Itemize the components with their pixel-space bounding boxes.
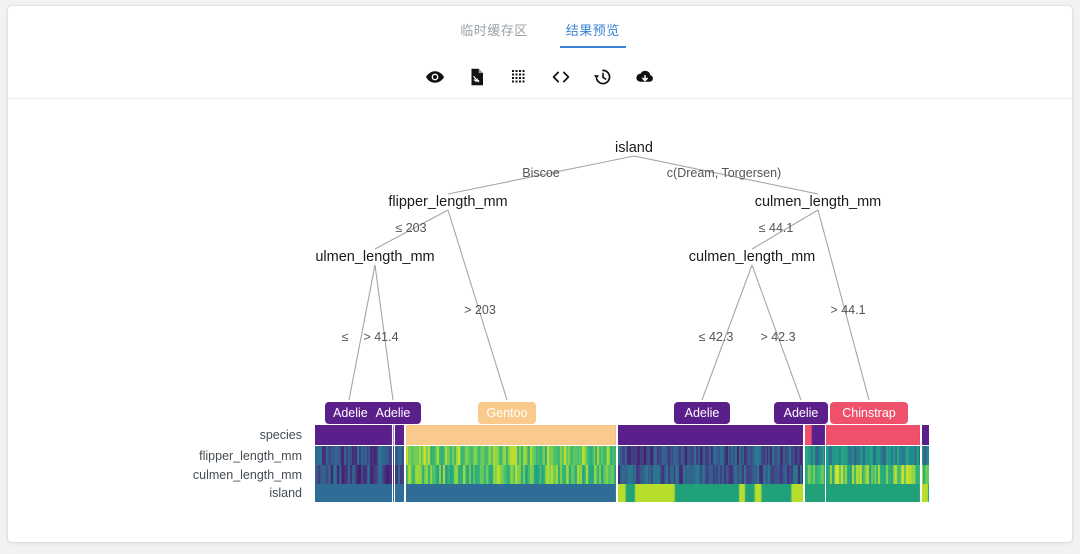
heatmap-partition-separator [803,425,805,502]
heatmap-row-label-island: island [269,486,302,500]
heatmap-row-label-culmen-length-mm: culmen_length_mm [193,468,302,482]
history-icon[interactable] [590,64,616,90]
tree-leaf-adelie[interactable]: Adelie [325,402,373,424]
heatmap-row-culmen-length-mm [315,465,929,485]
heatmap-row-species [315,425,929,445]
grid-icon[interactable] [506,64,532,90]
code-icon[interactable] [548,64,574,90]
pdf-file-icon[interactable]: A [464,64,490,90]
heatmap-partition-separator [616,425,618,502]
heatmap-partition-separator [394,425,396,502]
cloud-download-icon[interactable] [632,64,658,90]
toolbar: A [8,58,1072,96]
heatmap-partition-separator [404,425,406,502]
heatmap: species flipper_length_mm culmen_length_mm… [8,99,1072,542]
heatmap-partition-separator [920,425,922,502]
heatmap-row-label-flipper-length-mm: flipper_length_mm [199,449,302,463]
heatmap-row-flipper-length-mm [315,446,929,466]
tab-bar: 临时缓存区 结果预览 [8,6,1072,50]
result-preview-card: 临时缓存区 结果预览 A [8,6,1072,542]
decision-tree-plot: islandflipper_length_mmculmen_length_mmu… [8,99,1072,542]
eye-icon[interactable] [422,64,448,90]
svg-text:A: A [475,78,479,84]
heatmap-row-island [315,484,929,502]
tab-result-preview[interactable]: 结果预览 [564,18,622,48]
tab-temp-cache[interactable]: 临时缓存区 [458,18,530,48]
heatmap-partition-separator [825,425,827,502]
heatmap-row-label-species: species [260,428,302,442]
